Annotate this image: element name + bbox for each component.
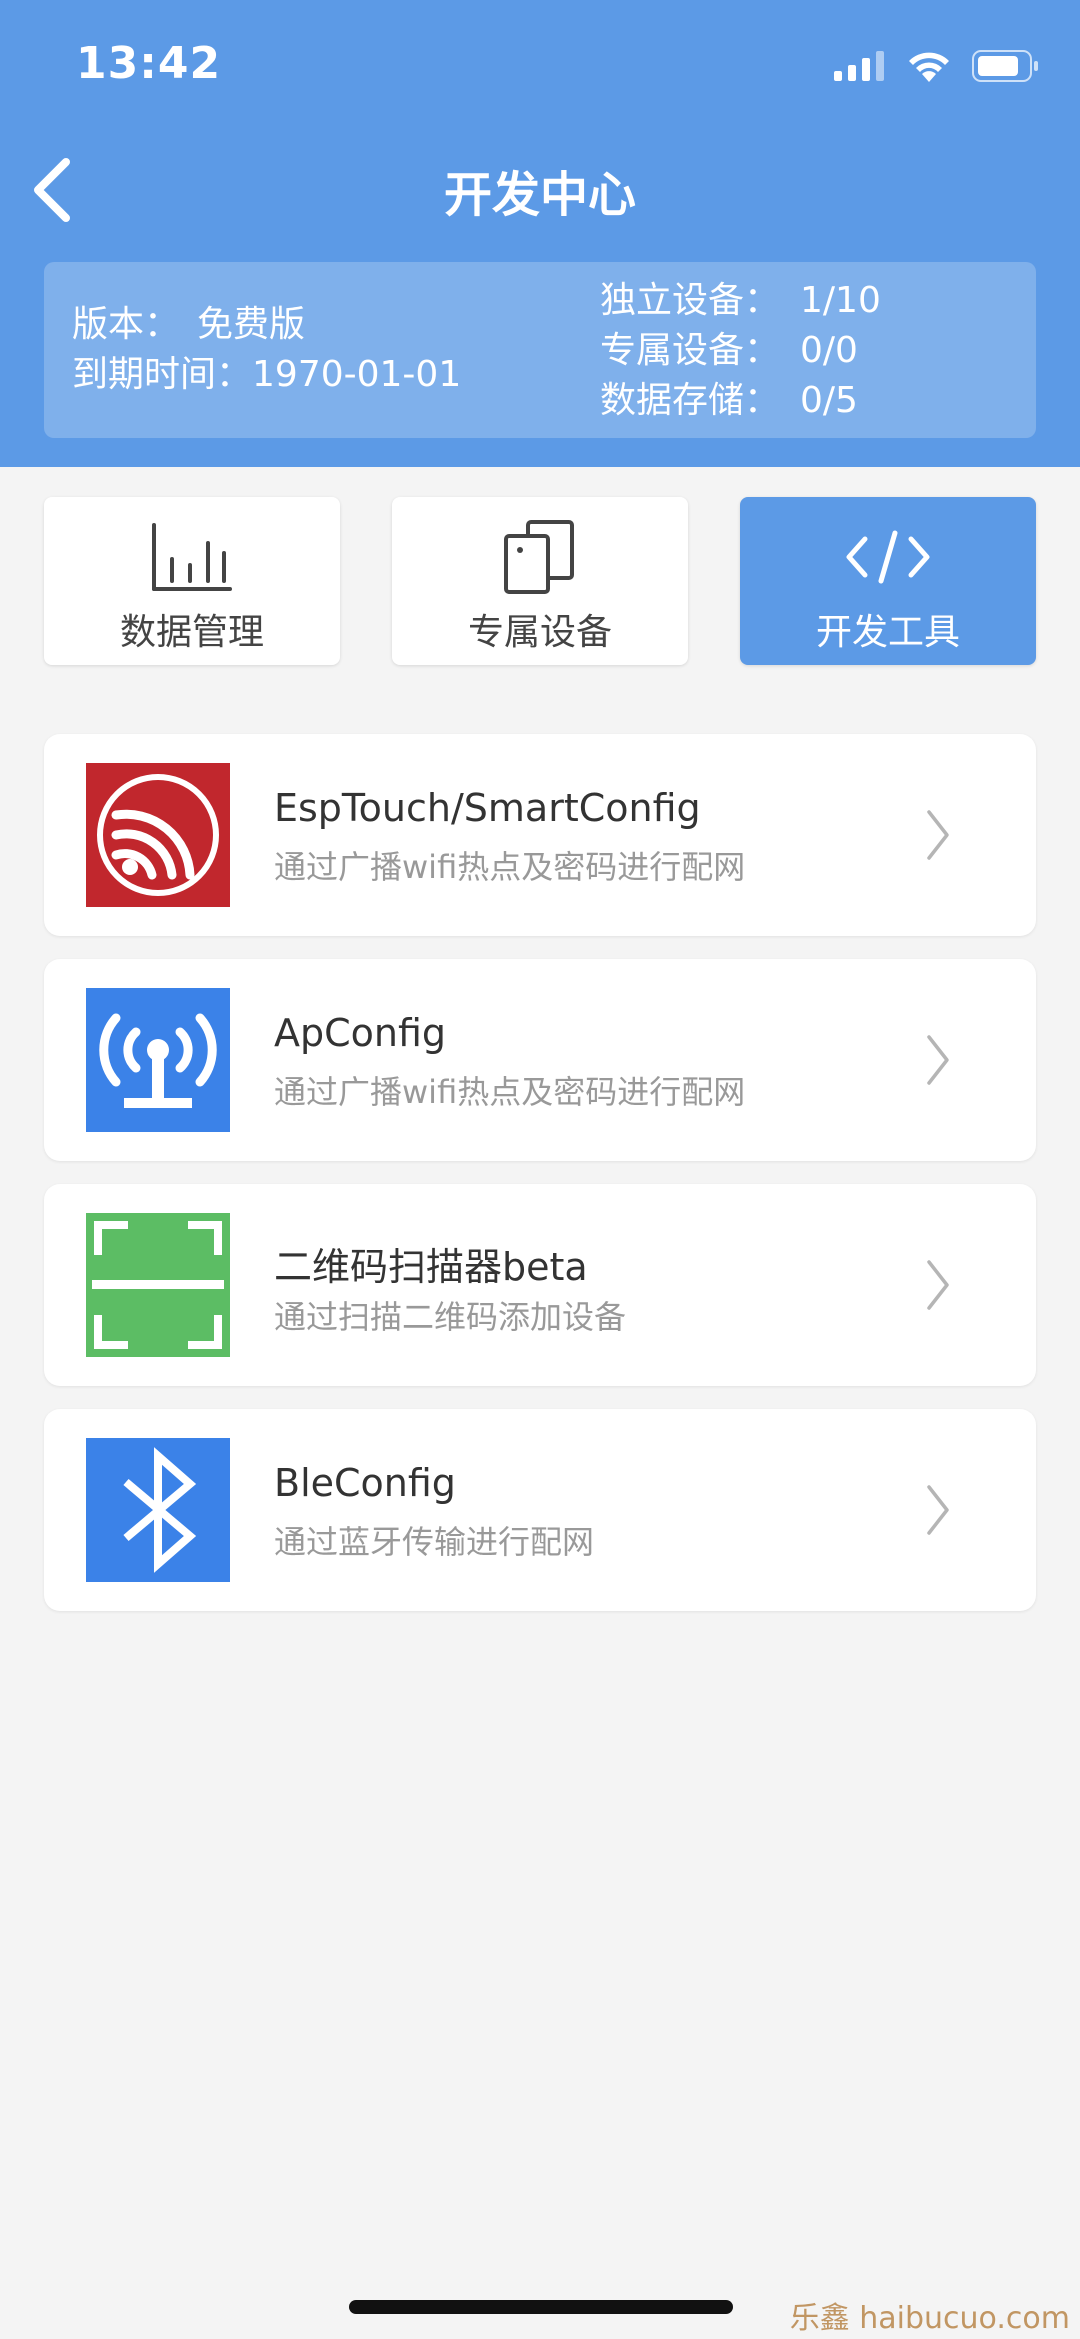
version-label: 版本： — [72, 304, 181, 345]
tab-bar: 数据管理 专属设备 开发工具 — [44, 497, 1036, 665]
tab-dev-tools[interactable]: 开发工具 — [740, 497, 1036, 665]
devices-icon — [504, 520, 574, 594]
tool-esptouch[interactable]: EspTouch/SmartConfig 通过广播wifi热点及密码进行配网 — [44, 734, 1036, 936]
tab-label: 专属设备 — [467, 612, 612, 653]
chevron-right-icon — [927, 1485, 949, 1535]
espressif-logo-icon — [86, 763, 230, 907]
tab-label: 开发工具 — [815, 612, 960, 653]
tool-subtitle: 通过扫描二维码添加设备 — [274, 1298, 627, 1336]
antenna-icon — [86, 988, 230, 1132]
tool-title: BleConfig — [274, 1461, 456, 1505]
storage-value: 0/5 — [800, 380, 858, 421]
signal-icon — [834, 51, 884, 81]
header: 13:42 开发中心 版本： 免费版 到期时间： 1970-01-01 独立设备： 1… — [0, 0, 1080, 467]
quota-info: 独立设备： 1/10 专属设备： 0/0 数据存储： 0/5 — [600, 276, 881, 426]
tab-exclusive-devices[interactable]: 专属设备 — [392, 497, 688, 665]
tool-apconfig[interactable]: ApConfig 通过广播wifi热点及密码进行配网 — [44, 959, 1036, 1161]
tool-title: EspTouch/SmartConfig — [274, 786, 701, 830]
bar-chart-icon — [152, 523, 232, 591]
storage-label: 数据存储： — [600, 380, 781, 421]
chevron-right-icon — [927, 810, 949, 860]
tool-subtitle: 通过蓝牙传输进行配网 — [274, 1523, 595, 1561]
plan-info: 版本： 免费版 到期时间： 1970-01-01 — [72, 300, 461, 400]
watermark: 乐鑫 haibucuo.com — [789, 2301, 1070, 2336]
chevron-right-icon — [927, 1035, 949, 1085]
tool-subtitle: 通过广播wifi热点及密码进行配网 — [274, 848, 746, 886]
tool-qr-scanner[interactable]: 二维码扫描器beta 通过扫描二维码添加设备 — [44, 1184, 1036, 1386]
qr-scan-icon — [86, 1213, 230, 1357]
battery-icon — [972, 50, 1038, 82]
exclusive-label: 专属设备： — [600, 330, 781, 371]
status-time: 13:42 — [76, 38, 222, 89]
tab-data-management[interactable]: 数据管理 — [44, 497, 340, 665]
account-info-panel: 版本： 免费版 到期时间： 1970-01-01 独立设备： 1/10 专属设备： 0/… — [44, 262, 1036, 438]
expire-value: 1970-01-01 — [252, 354, 462, 395]
tool-list: EspTouch/SmartConfig 通过广播wifi热点及密码进行配网 A… — [44, 734, 1036, 1634]
tool-subtitle: 通过广播wifi热点及密码进行配网 — [274, 1073, 746, 1111]
code-icon — [846, 530, 930, 584]
chevron-right-icon — [927, 1260, 949, 1310]
status-icons — [834, 44, 1040, 88]
tool-title: ApConfig — [274, 1011, 447, 1055]
exclusive-value: 0/0 — [800, 330, 858, 371]
wifi-icon — [909, 52, 949, 82]
bluetooth-icon — [86, 1438, 230, 1582]
home-indicator[interactable] — [349, 2300, 733, 2314]
tool-bleconfig[interactable]: BleConfig 通过蓝牙传输进行配网 — [44, 1409, 1036, 1611]
standalone-value: 1/10 — [800, 280, 881, 321]
page-title: 开发中心 — [443, 167, 636, 223]
standalone-label: 独立设备： — [600, 280, 781, 321]
tool-title: 二维码扫描器beta — [274, 1245, 588, 1289]
expire-label: 到期时间： — [72, 354, 253, 395]
tab-label: 数据管理 — [119, 612, 264, 653]
version-value: 免费版 — [197, 304, 306, 345]
